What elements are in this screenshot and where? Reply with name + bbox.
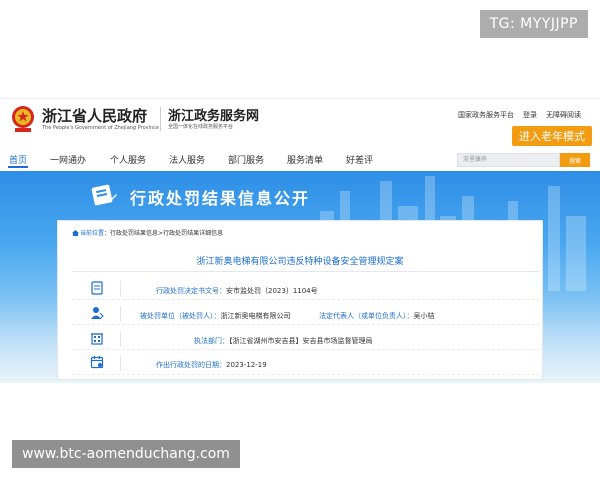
breadcrumb-item-results[interactable]: 行政处罚结果信息 — [110, 230, 158, 237]
nav-personal[interactable]: 个人服务 — [110, 153, 146, 166]
national-emblem-icon[interactable] — [10, 104, 36, 134]
party-value: 浙江新奥电梯有限公司 — [220, 312, 291, 320]
dept-label: 执法部门： — [194, 337, 229, 345]
rep-text: 法定代表人（或单位负责人）：吴小桔 — [319, 311, 435, 321]
row-separator — [120, 355, 121, 371]
gov-name[interactable]: 浙江省人民政府 — [42, 105, 147, 126]
rep-value: 吴小桔 — [413, 312, 435, 320]
breadcrumb: 当前位置：行政处罚结果信息>行政处罚结果详细信息 — [72, 228, 223, 237]
watermark-top: TG: MYYJJPP — [479, 10, 588, 38]
person-icon — [91, 307, 104, 320]
accessible-reading-link[interactable]: 无障碍阅读 — [546, 110, 581, 120]
party-label: 被处罚单位（被处罚人）： — [140, 312, 221, 320]
banner-title: 行政处罚结果信息公开 — [130, 189, 311, 208]
calendar-icon — [90, 356, 104, 369]
party-text: 被处罚单位（被处罚人）：浙江新奥电梯有限公司 — [140, 311, 291, 321]
nav-one-stop[interactable]: 一网通办 — [50, 153, 86, 166]
row-separator — [120, 281, 121, 297]
header-divider — [160, 107, 161, 131]
nav-active-underline — [8, 166, 28, 168]
breadcrumb-here[interactable]: 当前位置 — [80, 230, 104, 237]
rep-label: 法定代表人（或单位负责人）： — [319, 312, 414, 320]
title-divider — [72, 271, 540, 272]
breadcrumb-item-details[interactable]: 行政处罚结果详细信息 — [163, 230, 223, 237]
date-label: 作出行政处罚的日期： — [156, 361, 226, 369]
row-separator — [120, 306, 121, 322]
document-icon — [91, 281, 103, 295]
nav-home[interactable]: 首页 — [9, 153, 27, 166]
row-separator — [120, 331, 121, 347]
elder-mode-button[interactable]: 进入老年模式 — [512, 126, 592, 146]
nav-departments[interactable]: 部门服务 — [228, 153, 264, 166]
record-row-date — [72, 351, 540, 375]
nav-legal-person[interactable]: 法人服务 — [169, 153, 205, 166]
nav-service-list[interactable]: 服务清单 — [287, 153, 323, 166]
portal-name[interactable]: 浙江政务服务网 — [168, 105, 259, 124]
nav-review[interactable]: 好差评 — [346, 153, 373, 166]
record-title: 浙江新奥电梯有限公司违反特种设备安全管理规定案 — [196, 257, 404, 267]
dept-value: 【浙江省湖州市安吉县】安吉县市场监督管理局 — [229, 337, 373, 345]
date-value: 2023-12-19 — [226, 361, 267, 369]
watermark-bottom: www.btc-aomenduchang.com — [12, 440, 240, 468]
search-input[interactable]: 浙里康养 — [457, 153, 560, 167]
dept-text: 执法部门：【浙江省湖州市安吉县】安吉县市场监督管理局 — [194, 336, 373, 346]
building-icon — [91, 333, 103, 345]
login-link[interactable]: 登录 — [523, 110, 537, 120]
gov-subtitle: The People's Government of Zhejiang Prov… — [42, 125, 159, 131]
search-button[interactable]: 搜索 — [560, 153, 590, 167]
doc-no-value: 安市监处罚〔2023〕1104号 — [226, 287, 318, 295]
doc-no-text: 行政处罚决定书文号：安市监处罚〔2023〕1104号 — [156, 286, 318, 296]
book-icon — [91, 184, 117, 206]
date-text: 作出行政处罚的日期：2023-12-19 — [156, 360, 267, 370]
portal-subtitle: 全国一体化在线政务服务平台 — [168, 124, 234, 130]
doc-no-label: 行政处罚决定书文号： — [156, 287, 226, 295]
national-platform-link[interactable]: 国家政务服务平台 — [458, 110, 514, 120]
home-icon — [72, 230, 79, 236]
